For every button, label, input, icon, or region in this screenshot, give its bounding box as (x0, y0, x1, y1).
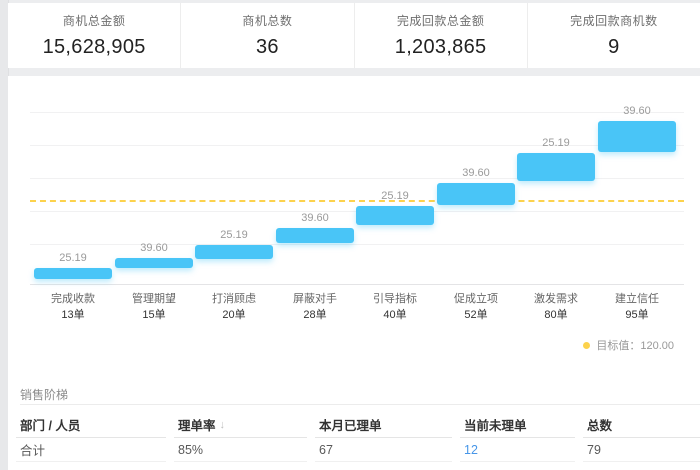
bar-value-label: 39.60 (114, 242, 194, 254)
bar-value-label: 39.60 (275, 212, 355, 224)
chart-bar-stage-1[interactable] (34, 268, 112, 279)
stage-count-label: 52单 (436, 306, 516, 322)
stage-name-label: 屏蔽对手 (275, 290, 355, 306)
kpi-summary-row: 商机总金额 15,628,905 商机总数 36 完成回款总金额 1,203,8… (8, 3, 700, 68)
kpi-card-1: 商机总金额 15,628,905 (8, 3, 180, 68)
table-cell-2: 85% (174, 438, 307, 462)
stage-name-label: 促成立项 (436, 290, 516, 306)
stage-count-label: 13单 (33, 306, 113, 322)
chart-bar-stage-6[interactable] (437, 183, 515, 205)
stage-name-label: 管理期望 (114, 290, 194, 306)
chart-bar-stage-3[interactable] (195, 245, 273, 259)
gridline (30, 112, 684, 113)
table-cell-3: 67 (315, 438, 452, 462)
chart-bar-stage-8[interactable] (598, 121, 676, 152)
sort-descending-icon[interactable]: ↓ (220, 419, 226, 431)
table-cell-1: 合计 (16, 438, 166, 462)
stage-count-label: 80单 (516, 306, 596, 322)
column-label: 理单率 (178, 415, 216, 434)
bar-value-label: 25.19 (355, 190, 435, 202)
stage-count-label: 40单 (355, 306, 435, 322)
kpi-card-3: 完成回款总金额 1,203,865 (354, 3, 527, 68)
kpi-value: 1,203,865 (395, 36, 487, 59)
bar-value-label: 25.19 (194, 229, 274, 241)
kpi-card-4: 完成回款商机数 9 (527, 3, 700, 68)
stage-count-label: 15单 (114, 306, 194, 322)
x-axis-line (30, 284, 684, 285)
chart-bar-stage-2[interactable] (115, 258, 193, 268)
kpi-card-2: 商机总数 36 (180, 3, 353, 68)
divider (20, 404, 700, 405)
pending-orders-link[interactable]: 12 (460, 438, 575, 462)
target-legend[interactable]: 目标值：120.00 (583, 337, 674, 353)
sales-ladder-section: 销售阶梯 部门 / 人员 理单率 ↓ 本月已理单 当前未理单 总数 合计 85% 67 12 79 (8, 378, 700, 470)
table-header-5: 总数 (583, 412, 700, 438)
target-legend-dot-icon (583, 342, 590, 349)
stage-name-label: 建立信任 (597, 290, 677, 306)
chart-bar-stage-5[interactable] (356, 206, 434, 225)
stage-name-label: 完成收款 (33, 290, 113, 306)
stage-name-label: 打消顾虑 (194, 290, 274, 306)
stage-count-label: 20单 (194, 306, 274, 322)
bar-value-label: 25.19 (516, 137, 596, 149)
bar-value-label: 39.60 (436, 167, 516, 179)
chart-bar-stage-4[interactable] (276, 228, 354, 243)
kpi-label: 完成回款总金额 (397, 12, 485, 29)
kpi-label: 完成回款商机数 (570, 12, 658, 29)
column-label: 当前未理单 (464, 415, 527, 434)
kpi-value: 15,628,905 (43, 36, 146, 59)
chart-plot-area: 25.19 完成收款13单 39.60 管理期望15单 25.19 打消顾虑20单 39.6… (8, 76, 700, 378)
table-header-4: 当前未理单 (460, 412, 575, 438)
bar-value-label: 25.19 (33, 252, 113, 264)
bar-value-label: 39.60 (597, 105, 677, 117)
table-header-2[interactable]: 理单率 ↓ (174, 412, 307, 438)
table-cell-5: 79 (583, 438, 700, 462)
column-label: 总数 (587, 415, 612, 434)
table-title: 销售阶梯 (20, 386, 68, 403)
kpi-value: 9 (608, 36, 619, 59)
column-label: 部门 / 人员 (20, 415, 80, 434)
stage-name-label: 激发需求 (516, 290, 596, 306)
table-header-1: 部门 / 人员 (16, 412, 166, 438)
kpi-label: 商机总金额 (63, 12, 126, 29)
kpi-label: 商机总数 (242, 12, 292, 29)
sales-stage-chart-card: 25.19 完成收款13单 39.60 管理期望15单 25.19 打消顾虑20单 39.6… (8, 76, 700, 378)
column-label: 本月已理单 (319, 415, 382, 434)
chart-bar-stage-7[interactable] (517, 153, 595, 181)
target-legend-label: 目标值：120.00 (596, 337, 674, 353)
stage-count-label: 28单 (275, 306, 355, 322)
stage-count-label: 95单 (597, 306, 677, 322)
table-header-3: 本月已理单 (315, 412, 452, 438)
stage-name-label: 引导指标 (355, 290, 435, 306)
kpi-value: 36 (256, 36, 279, 59)
